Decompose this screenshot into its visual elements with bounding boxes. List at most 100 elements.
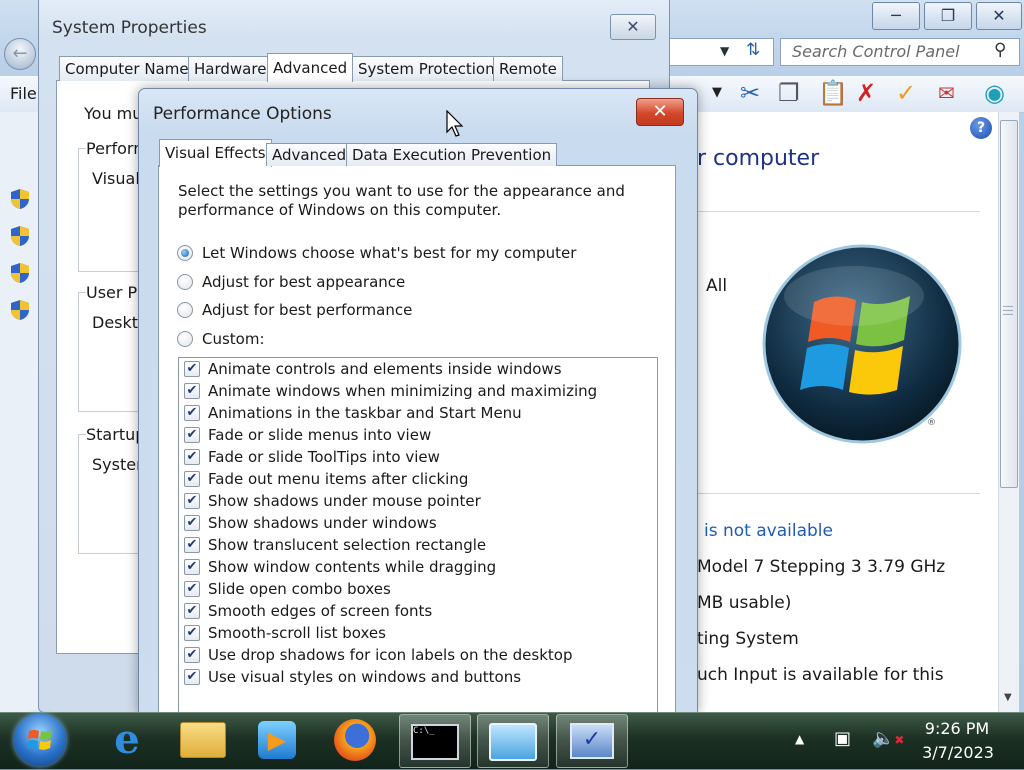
- minimize-button[interactable]: ─: [872, 2, 920, 30]
- address-dropdown-icon[interactable]: ▼: [720, 44, 729, 58]
- tab-remote[interactable]: Remote: [493, 56, 563, 81]
- radio-button[interactable]: [177, 302, 193, 318]
- checkbox[interactable]: ✔: [184, 669, 200, 685]
- close-button[interactable]: ✕: [976, 2, 1022, 30]
- checkbox-label: Show shadows under windows: [208, 514, 437, 532]
- checkbox-label: Fade or slide menus into view: [208, 426, 432, 444]
- help-icon[interactable]: ?: [970, 117, 992, 139]
- restore-button[interactable]: ❐: [924, 2, 972, 30]
- delete-icon[interactable]: ✗: [856, 78, 876, 108]
- checkbox-label: Show window contents while dragging: [208, 558, 497, 576]
- search-placeholder: Search Control Panel: [792, 42, 960, 61]
- divider: [697, 211, 980, 212]
- checkbox[interactable]: ✔: [184, 537, 200, 553]
- checkbox[interactable]: ✔: [184, 603, 200, 619]
- back-button[interactable]: ←: [4, 38, 36, 70]
- mouse-cursor-icon: [446, 110, 464, 137]
- network-icon[interactable]: ▣: [834, 728, 851, 749]
- taskbar-internet-explorer[interactable]: e: [92, 714, 162, 766]
- taskbar-windows-explorer[interactable]: [168, 714, 238, 766]
- tab-computer-name[interactable]: Computer Name: [59, 56, 195, 81]
- scroll-down-icon[interactable]: ▼: [1004, 692, 1012, 703]
- taskbar-control-panel[interactable]: [477, 714, 549, 768]
- close-button[interactable]: ✕: [610, 14, 656, 40]
- radio-label: Adjust for best performance: [202, 301, 413, 319]
- radio-label: Custom:: [202, 330, 265, 348]
- network-globe-icon[interactable]: ◉: [984, 78, 1005, 108]
- clock-time[interactable]: 9:26 PM: [922, 719, 992, 738]
- checkbox-label: Animate windows when minimizing and maxi…: [208, 382, 598, 400]
- performance-description: Visual: [92, 169, 140, 188]
- internet-explorer-icon: e: [114, 716, 140, 763]
- shield-icon: [11, 189, 29, 209]
- checkbox[interactable]: ✔: [184, 515, 200, 531]
- clock-date[interactable]: 3/7/2023: [918, 743, 998, 762]
- startup-description: Syster: [92, 455, 143, 474]
- system-properties-icon: ✓: [570, 723, 614, 759]
- file-menu[interactable]: File: [10, 84, 37, 103]
- admin-notice-text: You mu: [84, 104, 143, 123]
- email-icon[interactable]: ✉: [938, 78, 955, 108]
- checkbox[interactable]: ✔: [184, 427, 200, 443]
- checkbox[interactable]: ✔: [184, 559, 200, 575]
- paste-icon[interactable]: 📋: [818, 78, 848, 108]
- radio-button[interactable]: [177, 245, 193, 261]
- checkbox-label: Smooth-scroll list boxes: [208, 624, 386, 642]
- taskbar-command-prompt[interactable]: C:\_: [399, 714, 471, 768]
- checkbox[interactable]: ✔: [184, 383, 200, 399]
- system-type-value: ting System: [697, 629, 799, 649]
- show-hidden-icons-icon[interactable]: ▲: [795, 732, 804, 746]
- taskbar-system-properties[interactable]: ✓: [556, 714, 628, 768]
- close-button[interactable]: ✕: [636, 98, 684, 126]
- firefox-icon: [334, 719, 376, 761]
- checkbox[interactable]: ✔: [184, 471, 200, 487]
- start-button[interactable]: [14, 714, 66, 766]
- edition-text: All: [706, 276, 728, 296]
- checkbox-label: Animate controls and elements inside win…: [208, 360, 562, 378]
- checkbox[interactable]: ✔: [184, 581, 200, 597]
- volume-muted-icon[interactable]: 🔈✖: [872, 728, 904, 749]
- description-text: Select the settings you want to use for …: [178, 182, 625, 219]
- checkbox-label: Show translucent selection rectangle: [208, 536, 487, 554]
- radio-button[interactable]: [177, 331, 193, 347]
- checkbox-label: Smooth edges of screen fonts: [208, 602, 433, 620]
- command-prompt-icon: C:\_: [411, 724, 459, 760]
- radio-label: Adjust for best appearance: [202, 273, 406, 291]
- checkbox[interactable]: ✔: [184, 361, 200, 377]
- tab-advanced[interactable]: Advanced: [267, 53, 354, 82]
- windows-logo-icon: [762, 244, 962, 444]
- windows-flag-icon: [27, 730, 52, 750]
- copy-icon[interactable]: ❐: [778, 78, 800, 108]
- radio-button[interactable]: [177, 274, 193, 290]
- tab-system-protection[interactable]: System Protection: [352, 56, 501, 81]
- checkbox-label: Slide open combo boxes: [208, 580, 391, 598]
- tab-data-execution-prevention[interactable]: Data Execution Prevention: [346, 143, 558, 166]
- taskbar-media-player[interactable]: ▶: [242, 714, 312, 766]
- memory-value: MB usable): [697, 593, 792, 613]
- checkbox[interactable]: ✔: [184, 647, 200, 663]
- rating-link[interactable]: is not available: [704, 521, 833, 541]
- toolbar-dropdown-icon[interactable]: ▼: [712, 78, 722, 108]
- page-heading: r computer: [697, 146, 820, 171]
- checkbox[interactable]: ✔: [184, 625, 200, 641]
- tab-hardware[interactable]: Hardware: [188, 56, 273, 81]
- tab-visual-effects[interactable]: Visual Effects: [159, 139, 272, 167]
- checkbox[interactable]: ✔: [184, 449, 200, 465]
- shield-icon: [11, 300, 29, 320]
- control-panel-icon: [489, 723, 537, 761]
- checkbox[interactable]: ✔: [184, 405, 200, 421]
- cut-icon[interactable]: ✂: [740, 78, 760, 108]
- checkbox-label: Fade out menu items after clicking: [208, 470, 469, 488]
- refresh-icon[interactable]: ⇅: [746, 40, 760, 60]
- pen-touch-value: uch Input is available for this: [697, 665, 944, 685]
- folder-icon: [180, 722, 226, 758]
- radio-label: Let Windows choose what's best for my co…: [202, 244, 577, 262]
- group-label-user-profiles: User Pr: [86, 283, 146, 302]
- properties-check-icon[interactable]: ✓: [896, 78, 916, 108]
- tab-advanced[interactable]: Advanced: [266, 143, 353, 166]
- scroll-grip-icon: ― ― ―: [1003, 301, 1013, 320]
- taskbar-firefox[interactable]: [320, 714, 390, 766]
- checkbox-label: Animations in the taskbar and Start Menu: [208, 404, 522, 422]
- checkbox[interactable]: ✔: [184, 493, 200, 509]
- search-icon[interactable]: ⚲: [994, 40, 1006, 60]
